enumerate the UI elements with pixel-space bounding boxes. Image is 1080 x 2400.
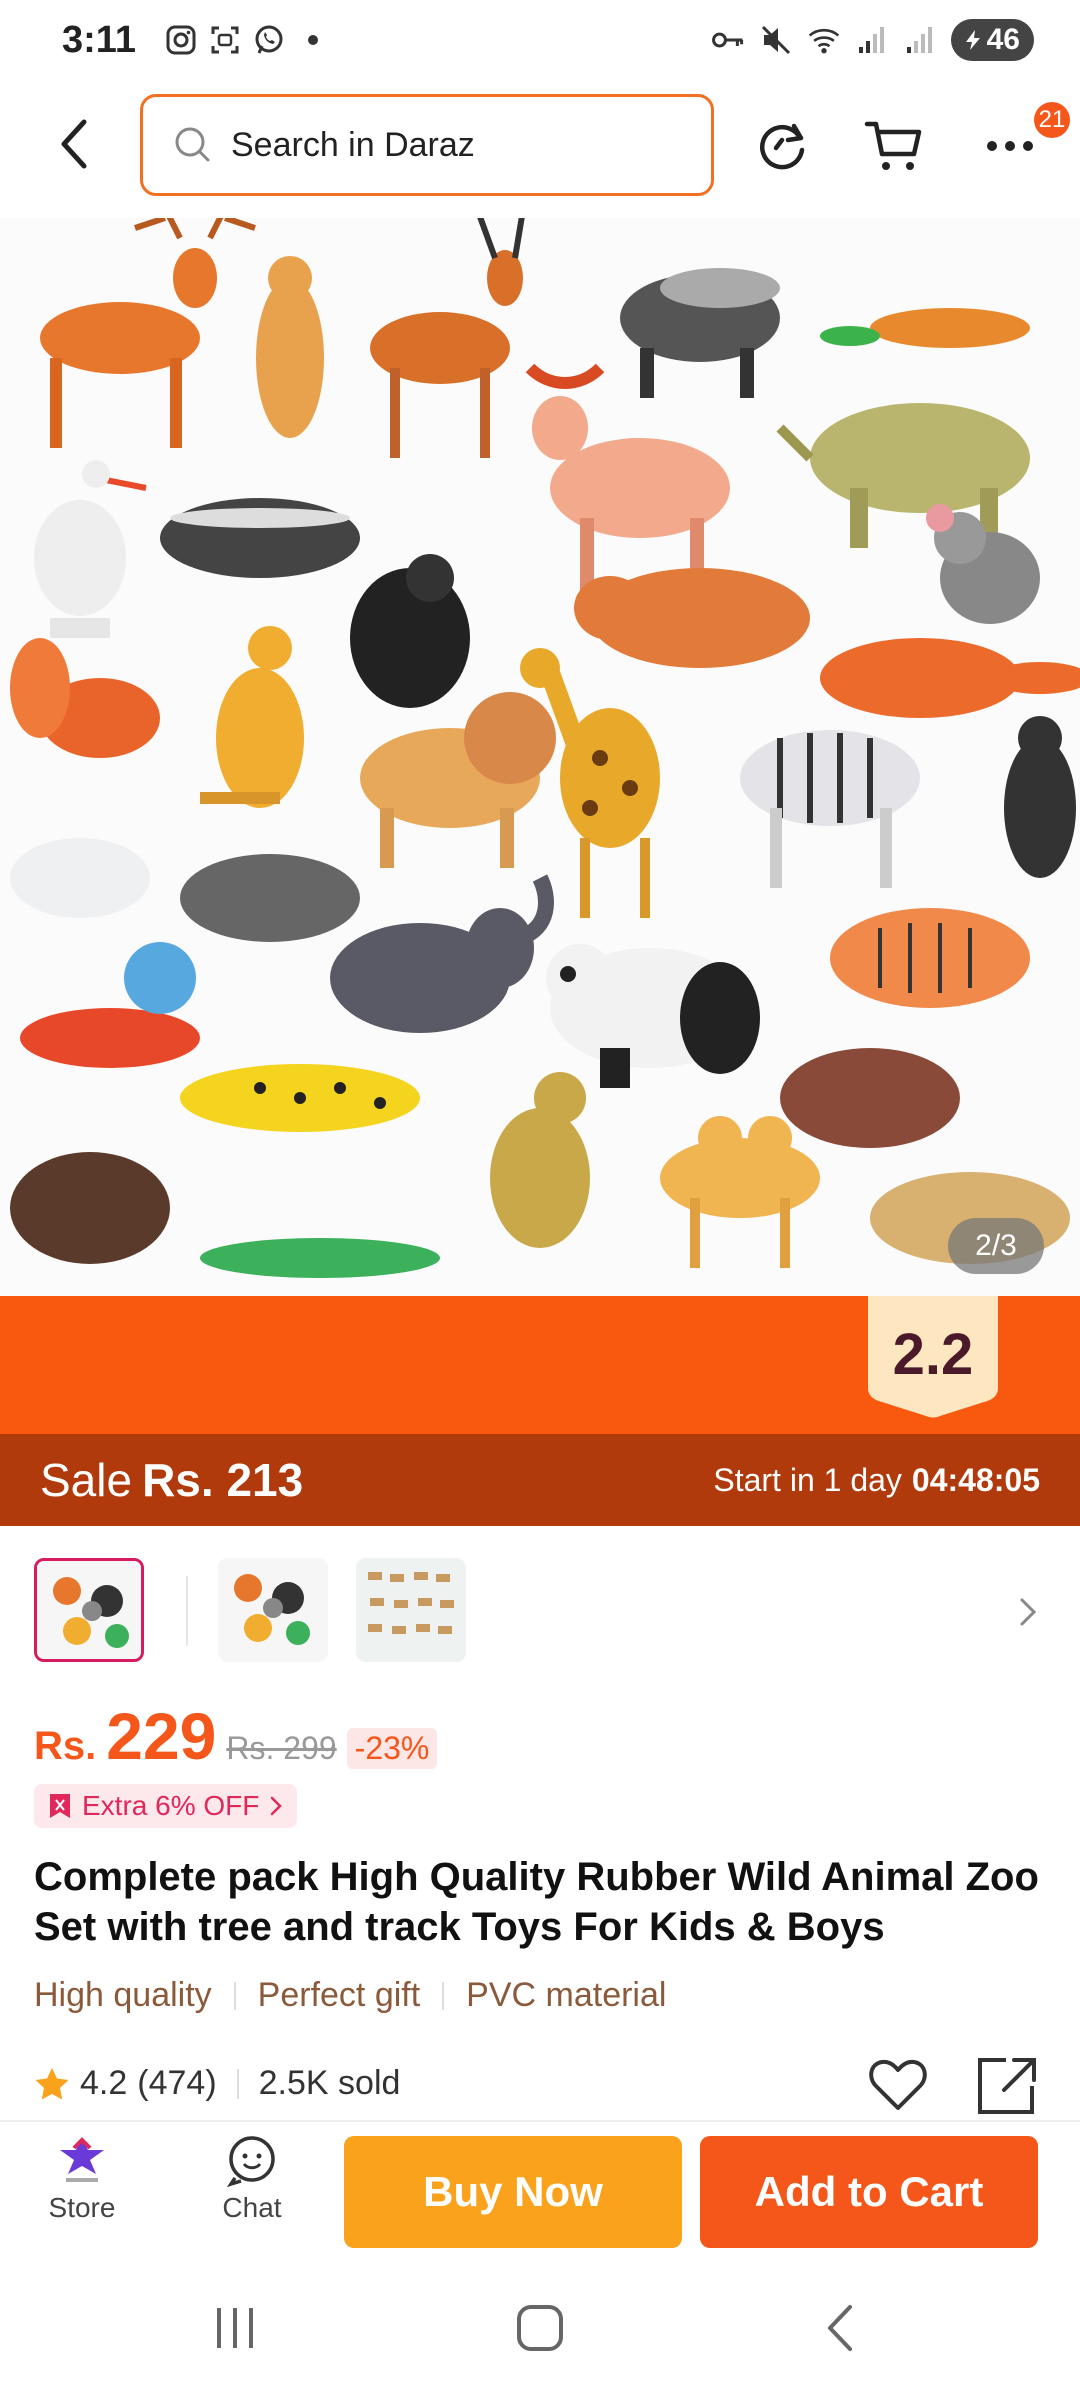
chevron-right-icon — [271, 1796, 283, 1816]
star-icon — [35, 2067, 69, 2099]
notification-badge: 21 — [1034, 102, 1070, 138]
wifi-icon — [807, 23, 841, 57]
thumbnail-3[interactable] — [356, 1558, 466, 1662]
voucher-icon — [50, 1794, 70, 1818]
sale-price: Rs. 213 — [142, 1454, 304, 1506]
more-icon — [987, 141, 1033, 151]
cart-icon — [864, 121, 922, 170]
heart-icon — [869, 2059, 927, 2110]
store-label: Store — [48, 2192, 116, 2223]
extra-offer-chip[interactable]: Extra 6% OFF — [34, 1784, 298, 1828]
system-navigation-bar — [0, 2258, 1080, 2400]
thumbnail-divider — [186, 1576, 188, 1646]
store-button[interactable]: Store — [22, 2134, 142, 2224]
back-button[interactable] — [44, 114, 104, 174]
back-arrow-icon — [828, 2305, 852, 2351]
product-title: Complete pack High Quality Rubber Wild A… — [34, 1855, 1039, 1949]
tag-item: High quality — [34, 1976, 212, 2014]
tag-divider — [442, 1981, 445, 2010]
sold-count: 2.5K sold — [258, 2064, 401, 2102]
cart-button[interactable] — [864, 116, 924, 176]
original-price: Rs. 299 — [226, 1730, 337, 1766]
status-bar: 3:11 46 — [0, 0, 1080, 80]
home-icon — [517, 2305, 563, 2351]
refresh-icon — [760, 123, 805, 170]
rating-value: 4.2 — [80, 2064, 128, 2102]
thumbnail-2[interactable] — [218, 1558, 328, 1662]
battery-indicator: 46 — [950, 19, 1034, 61]
currency-label: Rs. — [34, 1724, 97, 1768]
sale-countdown: 04:48:05 — [911, 1461, 1040, 1498]
review-count: (474) — [137, 2064, 217, 2102]
event-label: 2.2 — [893, 1322, 974, 1387]
chat-label: Chat — [222, 2192, 282, 2223]
more-button[interactable] — [980, 116, 1040, 176]
bottom-action-bar: Store Chat Buy Now Add to Cart — [0, 2120, 1080, 2258]
chevron-right-icon — [1020, 1598, 1037, 1626]
chevron-left-icon — [61, 119, 87, 169]
share-button[interactable] — [976, 2056, 1038, 2116]
signal-icon-1 — [855, 23, 889, 57]
product-image-gallery[interactable]: 2/3 — [0, 218, 1080, 1296]
screenshot-icon — [208, 23, 242, 57]
chat-button[interactable]: Chat — [192, 2134, 312, 2224]
tag-divider — [233, 1981, 236, 2010]
tag-item: Perfect gift — [257, 1976, 421, 2014]
share-icon — [978, 2058, 1036, 2114]
recents-button[interactable] — [196, 2298, 276, 2358]
clock: 3:11 — [62, 18, 136, 61]
product-tags: High quality Perfect gift PVC material — [34, 1976, 666, 2015]
event-badge: 2.2 — [868, 1296, 998, 1420]
whatsapp-icon — [252, 23, 286, 57]
search-icon — [175, 127, 210, 162]
instagram-icon — [164, 23, 198, 57]
wishlist-button[interactable] — [868, 2056, 928, 2112]
vpn-key-icon — [711, 23, 745, 57]
top-header: Search in Daraz 21 — [0, 86, 1080, 202]
thumbnail-next-button[interactable] — [1014, 1592, 1042, 1632]
image-pager: 2/3 — [948, 1218, 1044, 1274]
sale-banner: Sale Rs. 213 Start in 1 day 04:48:05 — [0, 1434, 1080, 1526]
buy-now-button[interactable]: Buy Now — [344, 2136, 682, 2248]
tag-item: PVC material — [466, 1976, 667, 2014]
system-back-button[interactable] — [800, 2298, 880, 2358]
rating-row[interactable]: 4.2 (474) 2.5K sold — [34, 2064, 400, 2103]
stats-divider — [236, 2068, 239, 2099]
battery-level: 46 — [986, 23, 1020, 56]
sale-start-text: Start in 1 day — [713, 1461, 902, 1498]
price-row: Rs. 229 Rs. 299 -23% — [34, 1698, 438, 1774]
mute-icon — [759, 23, 793, 57]
home-button[interactable] — [500, 2298, 580, 2358]
animal-toys-image — [10, 218, 1080, 1278]
discount-badge: -23% — [346, 1728, 438, 1769]
notification-dot-icon — [296, 23, 330, 57]
chat-icon — [226, 2136, 275, 2188]
add-to-cart-button[interactable]: Add to Cart — [700, 2136, 1038, 2248]
recents-icon — [217, 2308, 253, 2348]
search-placeholder: Search in Daraz — [231, 125, 475, 164]
thumbnail-strip — [0, 1556, 1080, 1672]
signal-icon-2 — [903, 23, 937, 57]
thumbnail-1[interactable] — [34, 1558, 144, 1662]
extra-offer-text: Extra 6% OFF — [82, 1790, 260, 1821]
charging-icon — [965, 30, 980, 50]
history-button[interactable] — [752, 116, 812, 176]
sale-label: Sale — [40, 1454, 133, 1506]
current-price: 229 — [106, 1699, 217, 1773]
search-input[interactable]: Search in Daraz — [140, 94, 714, 196]
store-logo-icon — [60, 2137, 104, 2182]
